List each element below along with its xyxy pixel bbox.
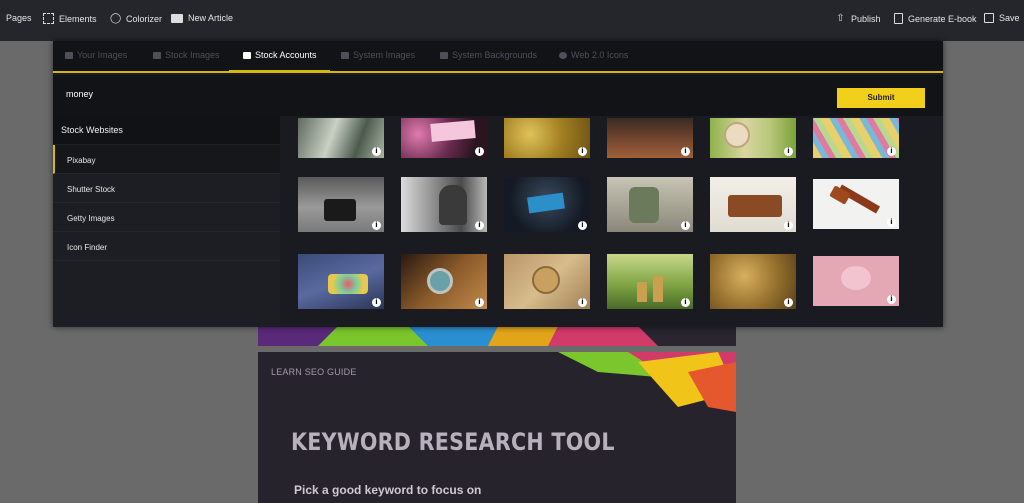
sidebar-item-label: Pixabay bbox=[67, 156, 96, 165]
result-thumbnail[interactable]: i bbox=[504, 254, 590, 309]
tab-system-backgrounds[interactable]: System Backgrounds bbox=[440, 50, 537, 60]
info-icon[interactable]: i bbox=[372, 147, 381, 156]
result-thumbnail[interactable]: i bbox=[607, 254, 693, 309]
tab-your-images[interactable]: Your Images bbox=[65, 50, 127, 60]
save-button[interactable]: Save bbox=[984, 13, 1020, 23]
tab-label: Stock Images bbox=[165, 50, 220, 60]
result-thumbnail[interactable]: i bbox=[710, 118, 796, 158]
top-toolbar: Pages Elements ◯ Colorizer New Article ⇧… bbox=[0, 0, 1024, 41]
document-icon bbox=[894, 13, 903, 24]
info-icon[interactable]: i bbox=[784, 221, 793, 230]
new-article-menu[interactable]: New Article bbox=[171, 13, 233, 23]
info-icon[interactable]: i bbox=[578, 221, 587, 230]
info-icon[interactable]: i bbox=[681, 298, 690, 307]
result-thumbnail[interactable]: i bbox=[813, 118, 899, 158]
elements-label: Elements bbox=[59, 13, 97, 24]
result-thumbnail[interactable]: i bbox=[504, 118, 590, 158]
new-article-label: New Article bbox=[188, 13, 234, 23]
cart-icon bbox=[243, 51, 251, 59]
upload-icon: ⇧ bbox=[836, 13, 845, 24]
sidebar-item-icon-finder[interactable]: Icon Finder bbox=[53, 232, 280, 261]
tab-label: Stock Accounts bbox=[255, 50, 317, 60]
sidebar-item-label: Getty Images bbox=[67, 214, 115, 223]
result-thumbnail[interactable]: i bbox=[401, 254, 487, 309]
info-icon[interactable]: i bbox=[475, 221, 484, 230]
elements-menu[interactable]: Elements bbox=[43, 13, 97, 24]
submit-button[interactable]: Submit bbox=[837, 88, 925, 108]
image-icon bbox=[171, 13, 183, 23]
pages-menu[interactable]: Pages bbox=[6, 13, 32, 23]
sidebar-heading: Stock Websites bbox=[53, 116, 280, 144]
sidebar-item-getty-images[interactable]: Getty Images bbox=[53, 203, 280, 232]
tab-stock-images[interactable]: Stock Images bbox=[153, 50, 220, 60]
search-input[interactable] bbox=[66, 85, 366, 103]
sidebar-item-label: Icon Finder bbox=[67, 243, 108, 252]
image-icon bbox=[341, 51, 349, 59]
result-thumbnail[interactable]: i bbox=[607, 177, 693, 232]
result-thumbnail[interactable]: i bbox=[504, 177, 590, 232]
result-thumbnail[interactable]: i bbox=[298, 254, 384, 309]
info-icon[interactable]: i bbox=[475, 298, 484, 307]
colorizer-menu[interactable]: ◯ Colorizer bbox=[110, 13, 162, 24]
info-icon[interactable]: i bbox=[784, 298, 793, 307]
image-icon bbox=[440, 51, 448, 59]
info-icon[interactable]: i bbox=[681, 147, 690, 156]
search-row: Submit bbox=[53, 75, 943, 116]
result-thumbnail[interactable]: i bbox=[710, 254, 796, 309]
info-icon[interactable]: i bbox=[887, 218, 896, 227]
sidebar-item-pixabay[interactable]: Pixabay bbox=[53, 145, 280, 174]
result-thumbnail[interactable]: i bbox=[710, 177, 796, 232]
info-icon[interactable]: i bbox=[578, 298, 587, 307]
info-icon[interactable]: i bbox=[372, 221, 381, 230]
list-icon bbox=[65, 51, 73, 59]
result-thumbnail[interactable]: i bbox=[401, 118, 487, 158]
result-thumbnail[interactable]: i bbox=[607, 118, 693, 158]
tab-label: Web 2.0 Icons bbox=[571, 50, 629, 60]
tab-web-icons[interactable]: Web 2.0 Icons bbox=[559, 50, 628, 60]
tab-label: System Backgrounds bbox=[452, 50, 538, 60]
result-thumbnail[interactable]: i bbox=[813, 256, 899, 306]
generate-ebook-label: Generate E-book bbox=[908, 13, 977, 24]
publish-button[interactable]: ⇧ Publish bbox=[835, 13, 881, 24]
pages-label: Pages bbox=[6, 13, 32, 23]
active-tab-indicator bbox=[229, 70, 330, 73]
banner-decoration bbox=[258, 326, 736, 346]
result-thumbnail[interactable]: i bbox=[813, 179, 899, 229]
modal-tabs: Your Images Stock Images Stock Accounts … bbox=[53, 41, 943, 73]
result-thumbnail[interactable]: i bbox=[401, 177, 487, 232]
image-results-grid: i i i i i i i i i i i i i i i i i i bbox=[293, 116, 943, 327]
save-icon bbox=[984, 13, 994, 23]
tab-system-images[interactable]: System Images bbox=[341, 50, 415, 60]
hero-headline: KEYWORD RESEARCH TOOL bbox=[291, 428, 615, 456]
tab-label: System Images bbox=[353, 50, 416, 60]
tab-stock-accounts[interactable]: Stock Accounts bbox=[243, 50, 317, 60]
elements-icon bbox=[43, 13, 54, 24]
save-label: Save bbox=[999, 13, 1020, 23]
info-icon[interactable]: i bbox=[784, 147, 793, 156]
image-picker-modal: Your Images Stock Images Stock Accounts … bbox=[53, 41, 943, 327]
generate-ebook-button[interactable]: Generate E-book bbox=[894, 13, 977, 24]
tab-label: Your Images bbox=[77, 50, 128, 60]
info-icon[interactable]: i bbox=[681, 221, 690, 230]
droplet-icon: ◯ bbox=[110, 13, 122, 24]
colorizer-label: Colorizer bbox=[126, 13, 163, 24]
sidebar-item-shutter-stock[interactable]: Shutter Stock bbox=[53, 174, 280, 203]
result-thumbnail[interactable]: i bbox=[298, 177, 384, 232]
image-icon bbox=[153, 51, 161, 59]
info-icon[interactable]: i bbox=[887, 147, 896, 156]
publish-label: Publish bbox=[851, 13, 881, 24]
info-icon[interactable]: i bbox=[578, 147, 587, 156]
hero-subtext: Pick a good keyword to focus on bbox=[294, 483, 482, 497]
learn-seo-label: LEARN SEO GUIDE bbox=[271, 367, 357, 377]
info-icon[interactable]: i bbox=[372, 298, 381, 307]
sidebar-item-label: Shutter Stock bbox=[67, 185, 116, 194]
banner-strip bbox=[258, 326, 736, 346]
info-icon[interactable]: i bbox=[887, 295, 896, 304]
result-thumbnail[interactable]: i bbox=[298, 118, 384, 158]
info-icon[interactable]: i bbox=[475, 147, 484, 156]
globe-icon bbox=[559, 51, 567, 59]
article-hero: LEARN SEO GUIDE KEYWORD RESEARCH TOOL Pi… bbox=[258, 352, 736, 503]
stock-websites-sidebar: Stock Websites Pixabay Shutter Stock Get… bbox=[53, 116, 280, 327]
